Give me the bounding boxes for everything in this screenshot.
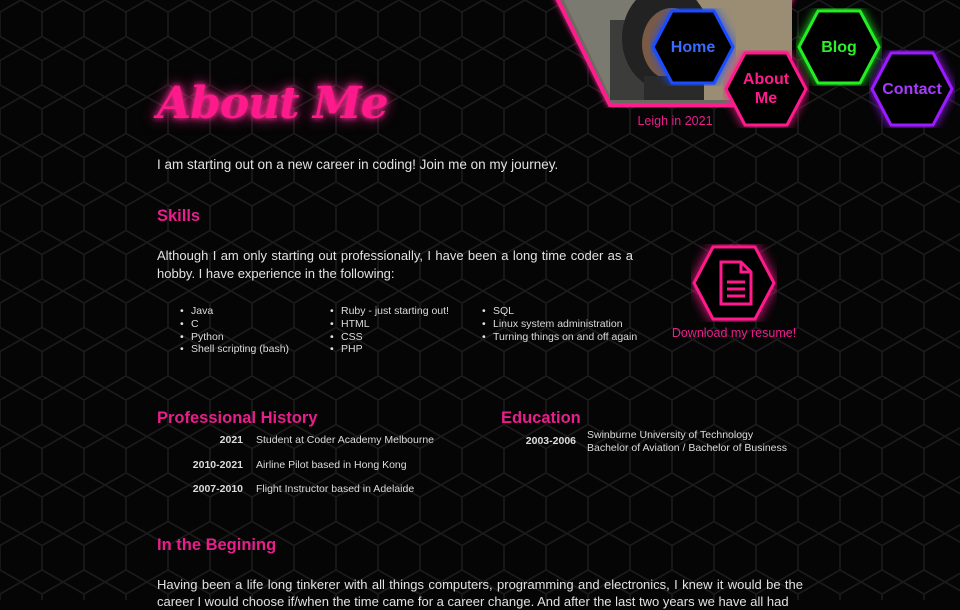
list-item: HTML bbox=[330, 318, 481, 331]
history-description: Airline Pilot based in Hong Kong bbox=[256, 459, 407, 471]
nav-contact-label: Contact bbox=[882, 80, 942, 98]
education-heading: Education bbox=[501, 409, 581, 427]
history-year: 2021 bbox=[219, 434, 243, 446]
history-year: 2007-2010 bbox=[192, 483, 243, 495]
list-item: CSS bbox=[330, 331, 481, 344]
history-heading: Professional History bbox=[157, 409, 318, 427]
list-item: SQL bbox=[482, 305, 638, 318]
education-year: 2003-2006 bbox=[525, 435, 576, 447]
beginning-paragraph: Having been a life long tinkerer with al… bbox=[157, 577, 803, 609]
list-item: Ruby - just starting out! bbox=[330, 305, 481, 318]
history-year: 2010-2021 bbox=[192, 459, 243, 471]
list-item: Java bbox=[180, 305, 331, 318]
history-description: Student at Coder Academy Melbourne bbox=[256, 434, 435, 446]
skills-heading: Skills bbox=[157, 207, 201, 225]
resume-download-button[interactable] bbox=[691, 244, 777, 322]
resume-download-link[interactable]: Download my resume! bbox=[664, 326, 804, 340]
list-item: Shell scripting (bash) bbox=[180, 343, 331, 356]
list-item: PHP bbox=[330, 343, 481, 356]
education-school: Swinburne University of Technology bbox=[587, 429, 754, 441]
skills-list-1: Java C Python Shell scripting (bash) bbox=[175, 305, 331, 356]
beginning-heading: In the Begining bbox=[157, 536, 277, 554]
list-item: Python bbox=[180, 331, 331, 344]
list-item: Linux system administration bbox=[482, 318, 638, 331]
history-description: Flight Instructor based in Adelaide bbox=[256, 483, 415, 495]
education-degree: Bachelor of Aviation / Bachelor of Busin… bbox=[587, 442, 788, 454]
skills-list-2: Ruby - just starting out! HTML CSS PHP bbox=[325, 305, 481, 356]
list-item: Turning things on and off again bbox=[482, 331, 638, 344]
intro-text: I am starting out on a new career in cod… bbox=[157, 157, 559, 172]
list-item: C bbox=[180, 318, 331, 331]
page-title: About Me bbox=[157, 78, 389, 129]
nav-contact-button[interactable]: Contact bbox=[869, 50, 955, 128]
hexagon-background bbox=[0, 0, 960, 600]
skills-list-3: SQL Linux system administration Turning … bbox=[477, 305, 638, 343]
skills-paragraph: Although I am only starting out professi… bbox=[157, 248, 633, 281]
